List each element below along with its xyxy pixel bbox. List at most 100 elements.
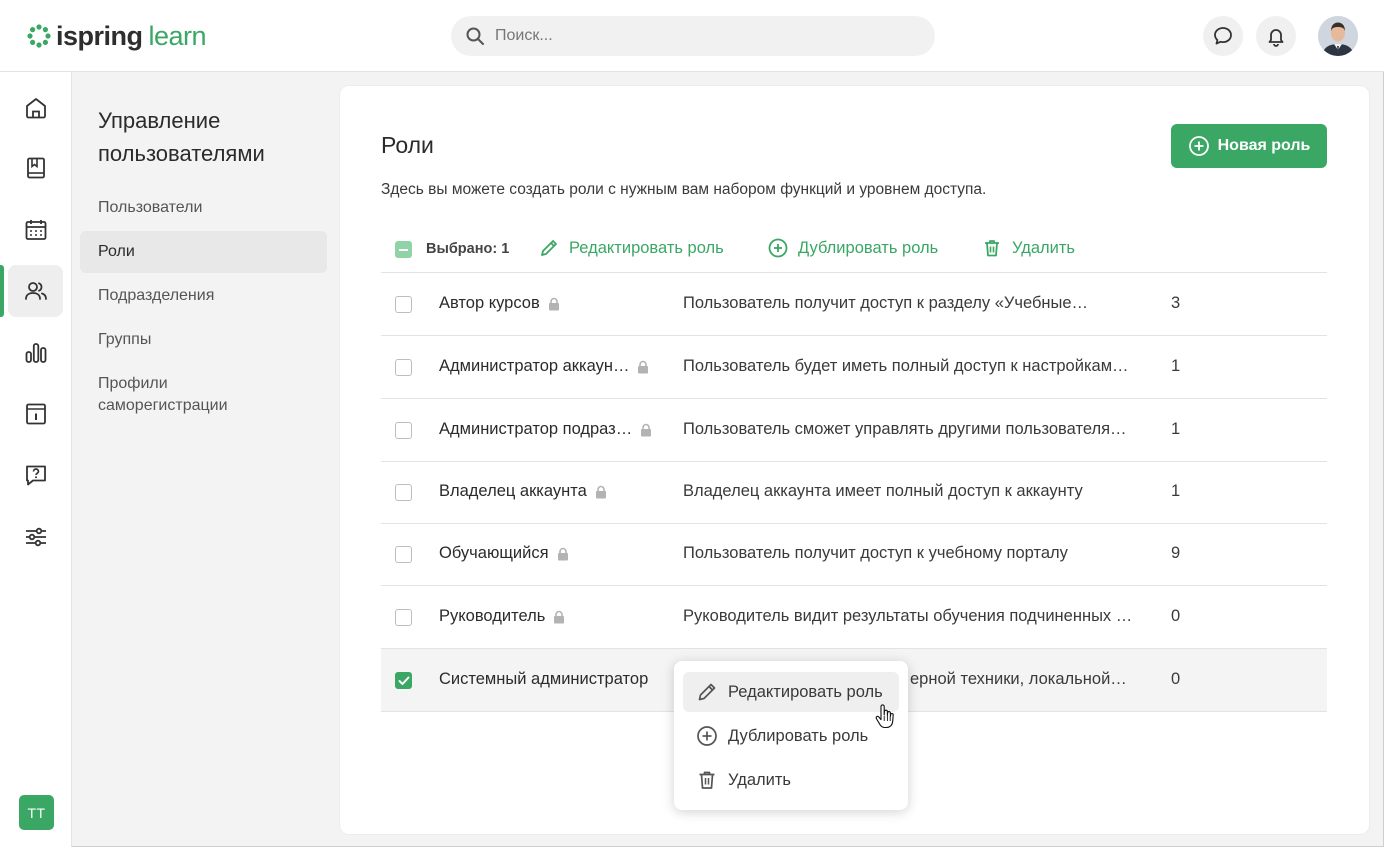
menu-duplicate-label: Дублировать роль (728, 726, 869, 745)
row-context-menu: Редактировать роль Дублировать роль Удал… (674, 661, 908, 810)
row-checkbox[interactable] (395, 546, 412, 563)
table-row[interactable]: Обучающийся Пользователь получит доступ … (381, 523, 1327, 586)
role-name: Администратор аккаун… (439, 357, 649, 376)
section-title: Управление пользователями (98, 108, 265, 166)
table-row[interactable]: Руководитель Руководитель видит результа… (381, 586, 1327, 649)
plus-circle-icon (1188, 136, 1209, 156)
nav-groups[interactable]: Группы (80, 329, 327, 351)
row-checkbox[interactable] (395, 359, 412, 376)
nav-self-registration-profiles[interactable]: Профили саморегистрации (80, 373, 280, 417)
role-user-count: 1 (1171, 357, 1181, 375)
settings-sliders-icon (25, 527, 46, 547)
help-icon (25, 465, 46, 486)
toolbar-duplicate-role-button[interactable]: Дублировать роль (768, 238, 938, 258)
notifications-button[interactable] (1256, 16, 1296, 56)
logo-text-learn: learn (148, 20, 207, 51)
user-avatar[interactable] (1318, 16, 1358, 56)
menu-edit-label: Редактировать роль (728, 682, 883, 701)
search-input[interactable] (495, 27, 895, 45)
role-name-text: Автор курсов (439, 294, 540, 312)
logo-text-ispring: ispring (56, 20, 143, 51)
role-name: Обучающийся (439, 544, 569, 563)
role-name: Владелец аккаунта (439, 482, 607, 501)
role-user-count: 1 (1171, 482, 1181, 500)
role-user-count: 1 (1171, 420, 1181, 438)
lock-icon (638, 360, 649, 373)
menu-duplicate-role[interactable]: Дублировать роль (683, 716, 899, 756)
reports-icon (25, 343, 46, 363)
menu-delete-label: Удалить (728, 770, 791, 789)
chat-icon (1214, 27, 1232, 45)
role-description: Пользователь сможет управлять другими по… (683, 420, 1127, 438)
menu-delete[interactable]: Удалить (683, 760, 899, 800)
lock-icon (557, 547, 568, 560)
row-checkbox-checked[interactable] (395, 672, 412, 689)
ispring-flower-icon (27, 24, 51, 48)
rail-calendar[interactable] (8, 204, 63, 256)
table-row[interactable]: Владелец аккаунта Владелец аккаунта имее… (381, 461, 1327, 524)
role-user-count: 9 (1171, 544, 1181, 562)
role-description: ерной техники, локальной… (910, 670, 1127, 688)
bulk-actions-toolbar: Выбрано: 1 Редактировать роль Дублироват… (381, 229, 1327, 273)
rail-library[interactable] (8, 142, 63, 194)
page-title: Роли (381, 132, 434, 158)
role-description: Пользователь получит доступ к разделу «У… (683, 294, 1089, 312)
lock-icon (595, 485, 606, 498)
rail-active-indicator (0, 265, 4, 317)
role-description: Руководитель видит результаты обучения п… (683, 607, 1133, 625)
toolbar-delete-button[interactable]: Удалить (982, 238, 1075, 258)
toolbar-duplicate-label: Дублировать роль (798, 238, 939, 257)
nav-users[interactable]: Пользователи (80, 197, 327, 219)
info-icon (25, 403, 46, 425)
role-description: Пользователь будет иметь полный доступ к… (683, 357, 1129, 375)
row-checkbox[interactable] (395, 609, 412, 626)
calendar-icon (25, 220, 46, 240)
toolbar-edit-role-button[interactable]: Редактировать роль (539, 238, 724, 258)
pencil-icon (541, 240, 557, 256)
row-checkbox[interactable] (395, 484, 412, 501)
lock-icon (554, 610, 565, 623)
role-name-text: Руководитель (439, 607, 546, 625)
top-bar: ispring learn (0, 0, 1384, 72)
role-name: Руководитель (439, 607, 565, 626)
select-all-checkbox[interactable] (395, 241, 412, 258)
table-row[interactable]: Администратор аккаун… Пользователь будет… (381, 336, 1327, 399)
rail-info[interactable] (8, 388, 63, 440)
menu-edit-role[interactable]: Редактировать роль (683, 672, 899, 712)
plus-circle-icon (768, 238, 788, 258)
bell-icon (1268, 29, 1284, 47)
role-name: Системный администратор (439, 670, 648, 689)
rail-users[interactable] (8, 265, 63, 317)
role-description: Пользователь получит доступ к учебному п… (683, 544, 1068, 562)
role-name-text: Администратор подраз… (439, 420, 633, 438)
nav-departments[interactable]: Подразделения (80, 285, 327, 307)
toolbar-delete-label: Удалить (1012, 238, 1075, 257)
logo[interactable]: ispring learn (26, 20, 207, 52)
avatar-photo-icon (1318, 16, 1358, 56)
search-bar[interactable] (451, 16, 935, 56)
hand-pointer-cursor-icon (875, 704, 894, 729)
role-name-text: Администратор аккаун… (439, 357, 630, 375)
book-icon (26, 157, 45, 179)
new-role-label: Новая роль (1217, 137, 1311, 154)
rail-help[interactable] (8, 449, 63, 501)
row-checkbox[interactable] (395, 296, 412, 313)
chat-button[interactable] (1203, 16, 1243, 56)
row-checkbox[interactable] (395, 422, 412, 439)
toolbar-edit-label: Редактировать роль (569, 238, 724, 257)
nav-roles[interactable]: Роли (80, 231, 327, 273)
table-row[interactable]: Автор курсов Пользователь получит доступ… (381, 273, 1327, 336)
table-row[interactable]: Администратор подраз… Пользователь сможе… (381, 399, 1327, 462)
role-name-text: Владелец аккаунта (439, 482, 587, 500)
lock-icon (641, 423, 652, 436)
role-name-text: Обучающийся (439, 544, 549, 562)
rail-reports[interactable] (8, 327, 63, 379)
search-icon (466, 27, 484, 45)
rail-home[interactable] (8, 82, 63, 134)
rail-settings[interactable] (8, 511, 63, 563)
user-initials-badge[interactable]: ТТ (19, 795, 54, 830)
home-icon (25, 98, 46, 119)
checkmark-icon (398, 676, 409, 685)
new-role-button[interactable]: Новая роль (1171, 124, 1327, 168)
selected-count: Выбрано: 1 (426, 241, 510, 257)
